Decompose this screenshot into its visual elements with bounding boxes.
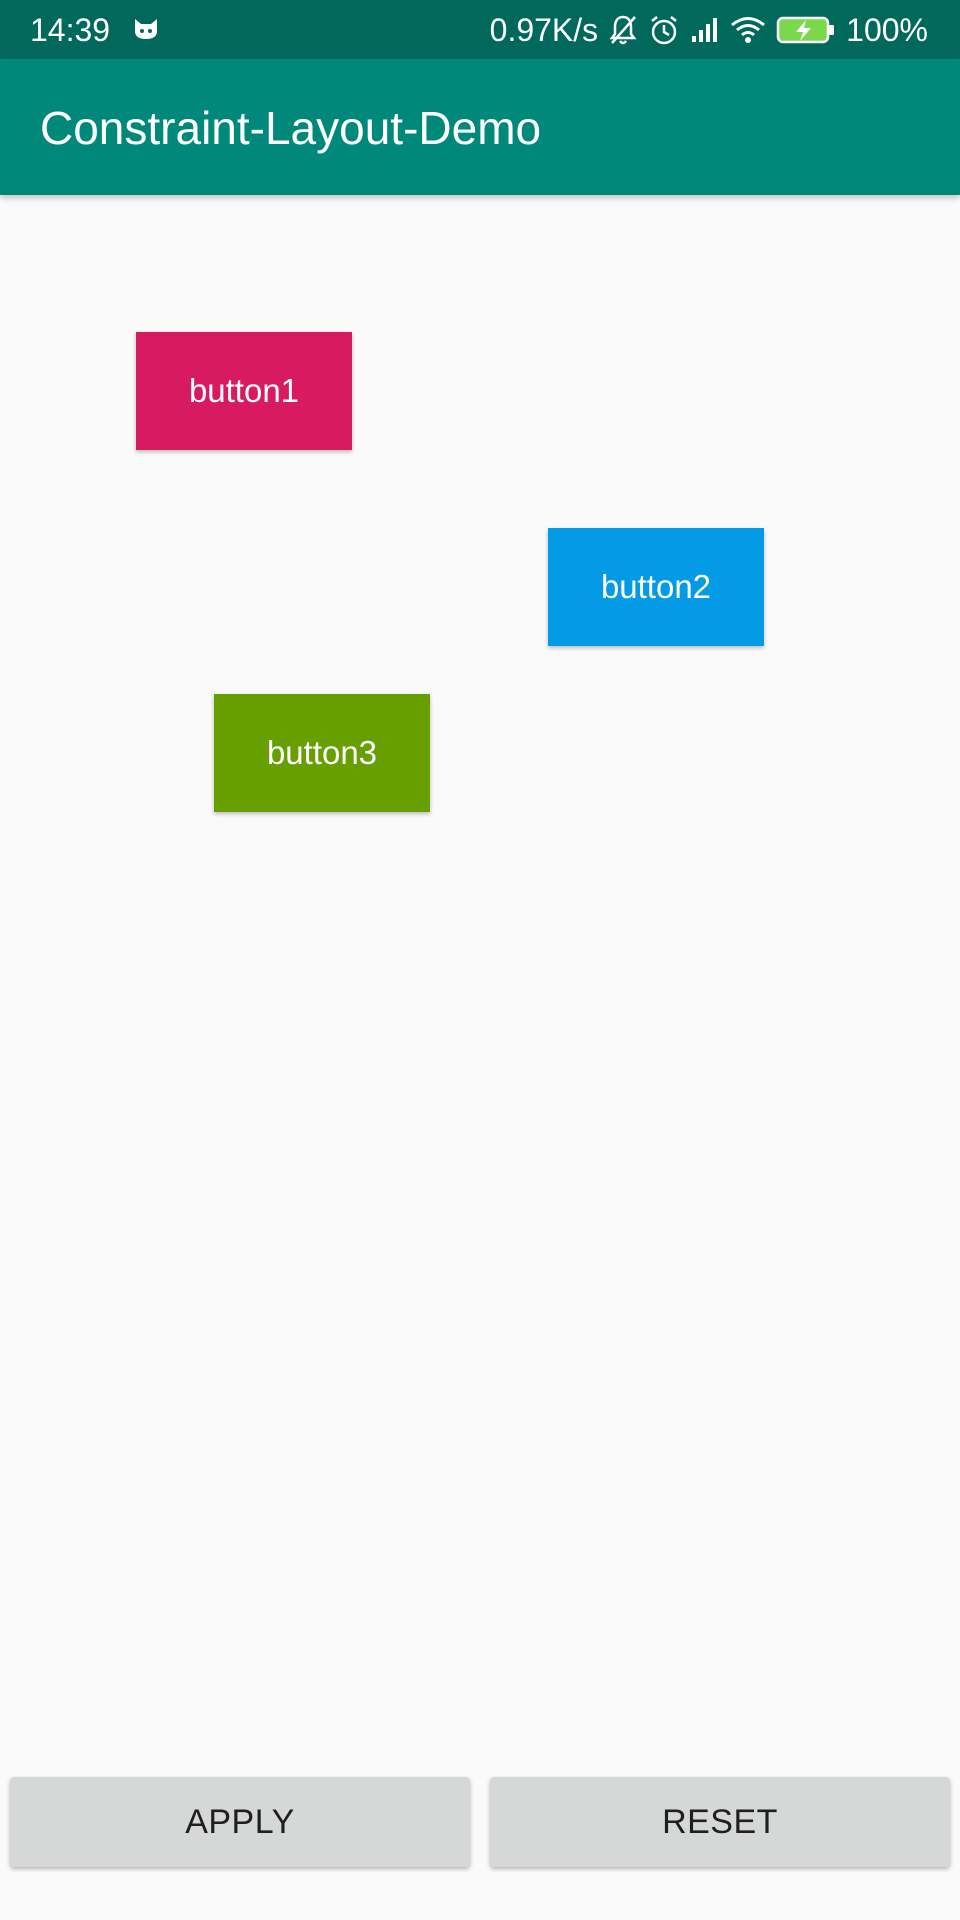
wifi-icon: [730, 16, 766, 44]
signal-icon: [690, 16, 720, 44]
button2[interactable]: button2: [548, 528, 764, 646]
button1[interactable]: button1: [136, 332, 352, 450]
notification-cat-icon: [132, 17, 160, 41]
alarm-icon: [648, 14, 680, 46]
status-right-group: 0.97K/s 100%: [490, 8, 928, 52]
button3[interactable]: button3: [214, 694, 430, 812]
content-area: button1 button2 button3 APPLY RESET: [0, 195, 960, 1920]
apply-button[interactable]: APPLY: [10, 1777, 470, 1867]
app-title: Constraint-Layout-Demo: [40, 102, 542, 154]
battery-percent: 100%: [846, 11, 928, 48]
app-bar: Constraint-Layout-Demo: [0, 59, 960, 195]
status-time: 14:39: [30, 12, 111, 48]
network-speed: 0.97K/s: [489, 12, 599, 48]
mute-bell-icon: [608, 14, 638, 46]
battery-charging-icon: [776, 15, 836, 45]
reset-button[interactable]: RESET: [490, 1777, 950, 1867]
status-bar: 14:39 0.97K/s 100%: [0, 0, 960, 59]
